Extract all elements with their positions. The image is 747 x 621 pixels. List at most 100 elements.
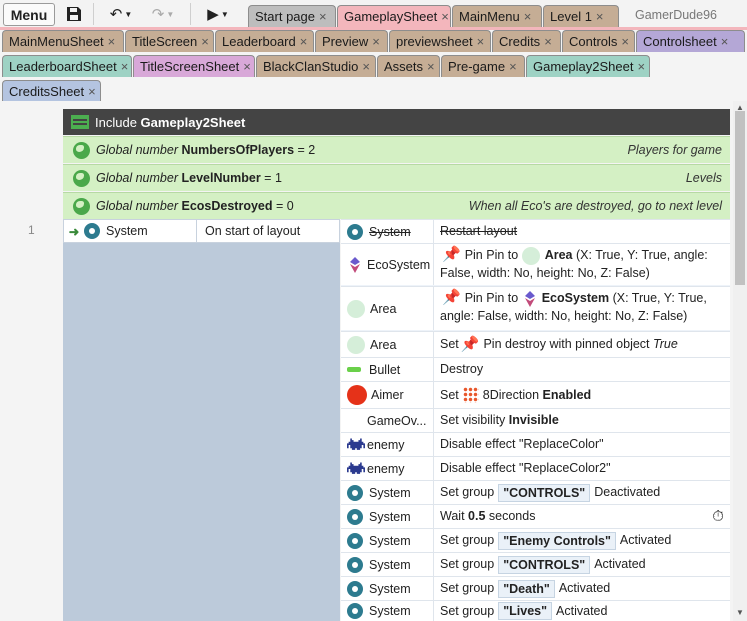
global-comment: Players for game xyxy=(627,143,722,157)
pin-target: EcoSystem xyxy=(541,291,610,305)
include-sheet-name: Gameplay2Sheet xyxy=(140,114,246,130)
tab-leaderboardsheet[interactable]: LeaderboardSheet × xyxy=(2,55,132,77)
close-icon[interactable]: × xyxy=(596,9,607,24)
tab-gameplaysheet[interactable]: GameplaySheet × xyxy=(337,5,451,27)
action-label: Set group xyxy=(440,485,495,499)
tab-gameplay2sheet[interactable]: Gameplay2Sheet × xyxy=(526,55,650,77)
gear-icon xyxy=(347,484,363,501)
toolbar-separator xyxy=(190,3,191,25)
action-row[interactable]: enemy Disable effect "ReplaceColor" xyxy=(341,432,730,456)
tab-previewsheet[interactable]: previewsheet × xyxy=(389,30,491,52)
close-icon[interactable]: × xyxy=(477,34,488,49)
action-object: enemy xyxy=(341,457,434,480)
tab-credits[interactable]: Credits × xyxy=(492,30,561,52)
scrollbar-thumb[interactable] xyxy=(735,111,745,285)
undo-icon[interactable]: ↶ ▼ xyxy=(104,3,138,25)
action-row[interactable]: Bullet Destroy xyxy=(341,357,730,381)
tab-pre-game[interactable]: Pre-game × xyxy=(441,55,525,77)
action-row[interactable]: Aimer Set 8Direction Enabled xyxy=(341,381,730,408)
action-label: Pin Pin to xyxy=(464,291,519,305)
pin-icon: 📌 xyxy=(442,289,461,306)
close-icon[interactable]: × xyxy=(427,59,438,74)
action-text: Disable effect "ReplaceColor" xyxy=(434,433,730,456)
event-condition[interactable]: ➜ System On start of layout xyxy=(63,219,340,243)
action-row[interactable]: System Set group "CONTROLS" Deactivated xyxy=(341,480,730,504)
tab-mainmenusheet[interactable]: MainMenuSheet × xyxy=(2,30,124,52)
action-text: Wait 0.5 seconds ⏱ xyxy=(434,505,730,528)
include-row[interactable]: Include Gameplay2Sheet xyxy=(63,109,730,135)
action-row[interactable]: System Set group "Death" Activated xyxy=(341,576,730,600)
action-row[interactable]: Area 📌 Pin Pin to EcoSystem (X: True, Y: … xyxy=(341,286,730,330)
tab-controlsheet[interactable]: Controlsheet × xyxy=(636,30,745,52)
behavior-value: True xyxy=(653,337,678,351)
action-object-name: System xyxy=(369,533,411,548)
action-row[interactable]: enemy Disable effect "ReplaceColor2" xyxy=(341,456,730,480)
action-text: Set visibility Invisible xyxy=(434,409,730,432)
close-icon[interactable]: × xyxy=(201,34,212,49)
action-row[interactable]: System Restart layout xyxy=(341,219,730,243)
close-icon[interactable]: × xyxy=(243,59,254,74)
behavior-value: Enabled xyxy=(542,387,592,402)
gear-icon xyxy=(347,603,363,619)
tab-creditssheet[interactable]: CreditsSheet × xyxy=(2,80,101,102)
behavior-label: Pin destroy with pinned object xyxy=(483,337,650,351)
tab-assets[interactable]: Assets × xyxy=(377,55,440,77)
action-text: 📌 Pin Pin to Area (X: True, Y: True, angl… xyxy=(434,244,730,285)
action-row[interactable]: System Set group "Enemy Controls" Activate… xyxy=(341,528,730,552)
menu-button[interactable]: Menu xyxy=(3,3,55,26)
group-state: Activated xyxy=(594,557,646,571)
close-icon[interactable]: × xyxy=(637,59,648,74)
close-icon[interactable]: × xyxy=(544,34,555,49)
tab-titlescreensheet[interactable]: TitleScreenSheet × xyxy=(133,55,255,77)
action-object-name: Aimer xyxy=(371,388,404,402)
action-row[interactable]: EcoSystem 📌 Pin Pin to Area (X: True, Y: … xyxy=(341,243,730,285)
tab-mainmenu[interactable]: MainMenu × xyxy=(452,5,542,27)
wait-unit: seconds xyxy=(488,509,536,523)
global-comment: Levels xyxy=(685,171,722,185)
play-icon[interactable]: ▶ ▼ xyxy=(200,3,236,25)
tab-blackclanstudio[interactable]: BlackClanStudio × xyxy=(256,55,376,77)
close-icon[interactable]: × xyxy=(319,9,330,24)
close-icon[interactable]: × xyxy=(121,59,131,74)
global-variable-row[interactable]: Global number EcosDestroyed = 0 When all… xyxy=(63,192,730,219)
tab-level-1[interactable]: Level 1 × xyxy=(543,5,619,27)
close-icon[interactable]: × xyxy=(108,34,119,49)
tab-leaderboard[interactable]: Leaderboard × xyxy=(215,30,314,52)
tab-label: Leaderboard xyxy=(222,34,296,49)
close-icon[interactable]: × xyxy=(441,9,450,24)
global-variable-row[interactable]: Global number LevelNumber = 1 Levels xyxy=(63,164,730,191)
action-row[interactable]: System Set group "Lives" Activated xyxy=(341,600,730,621)
action-row[interactable]: Area Set 📌 Pin destroy with pinned object … xyxy=(341,331,730,357)
tab-controls[interactable]: Controls × xyxy=(562,30,635,52)
close-icon[interactable]: × xyxy=(509,59,520,74)
username: GamerDude96 xyxy=(635,8,717,22)
close-icon[interactable]: × xyxy=(372,34,383,49)
scroll-up-icon[interactable]: ▲ xyxy=(736,103,744,112)
action-row[interactable]: System Set group "CONTROLS" Activated xyxy=(341,552,730,576)
close-icon[interactable]: × xyxy=(721,34,732,49)
tab-start-page[interactable]: Start page × xyxy=(248,5,336,27)
redo-icon[interactable]: ↷ ▼ xyxy=(146,3,180,25)
tab-label: TitleScreenSheet xyxy=(140,59,240,74)
close-icon[interactable]: × xyxy=(300,34,311,49)
wait-value: 0.5 xyxy=(468,509,486,523)
close-icon[interactable]: × xyxy=(621,34,632,49)
action-object-name: System xyxy=(369,485,411,500)
global-variable-row[interactable]: Global number NumbersOfPlayers = 2 Playe… xyxy=(63,136,730,163)
group-chip: "Death" xyxy=(498,579,555,598)
save-icon[interactable] xyxy=(63,3,85,25)
close-icon[interactable]: × xyxy=(88,84,99,99)
action-text: Restart layout xyxy=(434,220,730,243)
scroll-down-icon[interactable]: ▼ xyxy=(736,608,744,617)
tab-label: CreditsSheet xyxy=(9,84,85,99)
gear-icon xyxy=(347,532,363,549)
tab-preview[interactable]: Preview × xyxy=(315,30,388,52)
action-object: GameOv... xyxy=(341,409,434,432)
close-icon[interactable]: × xyxy=(362,59,373,74)
close-icon[interactable]: × xyxy=(524,9,535,24)
action-row[interactable]: GameOv... Set visibility Invisible xyxy=(341,408,730,432)
action-label: Set group xyxy=(440,533,495,547)
tab-label: BlackClanStudio xyxy=(263,59,359,74)
action-row[interactable]: System Wait 0.5 seconds ⏱ xyxy=(341,504,730,528)
tab-titlescreen[interactable]: TitleScreen × xyxy=(125,30,214,52)
